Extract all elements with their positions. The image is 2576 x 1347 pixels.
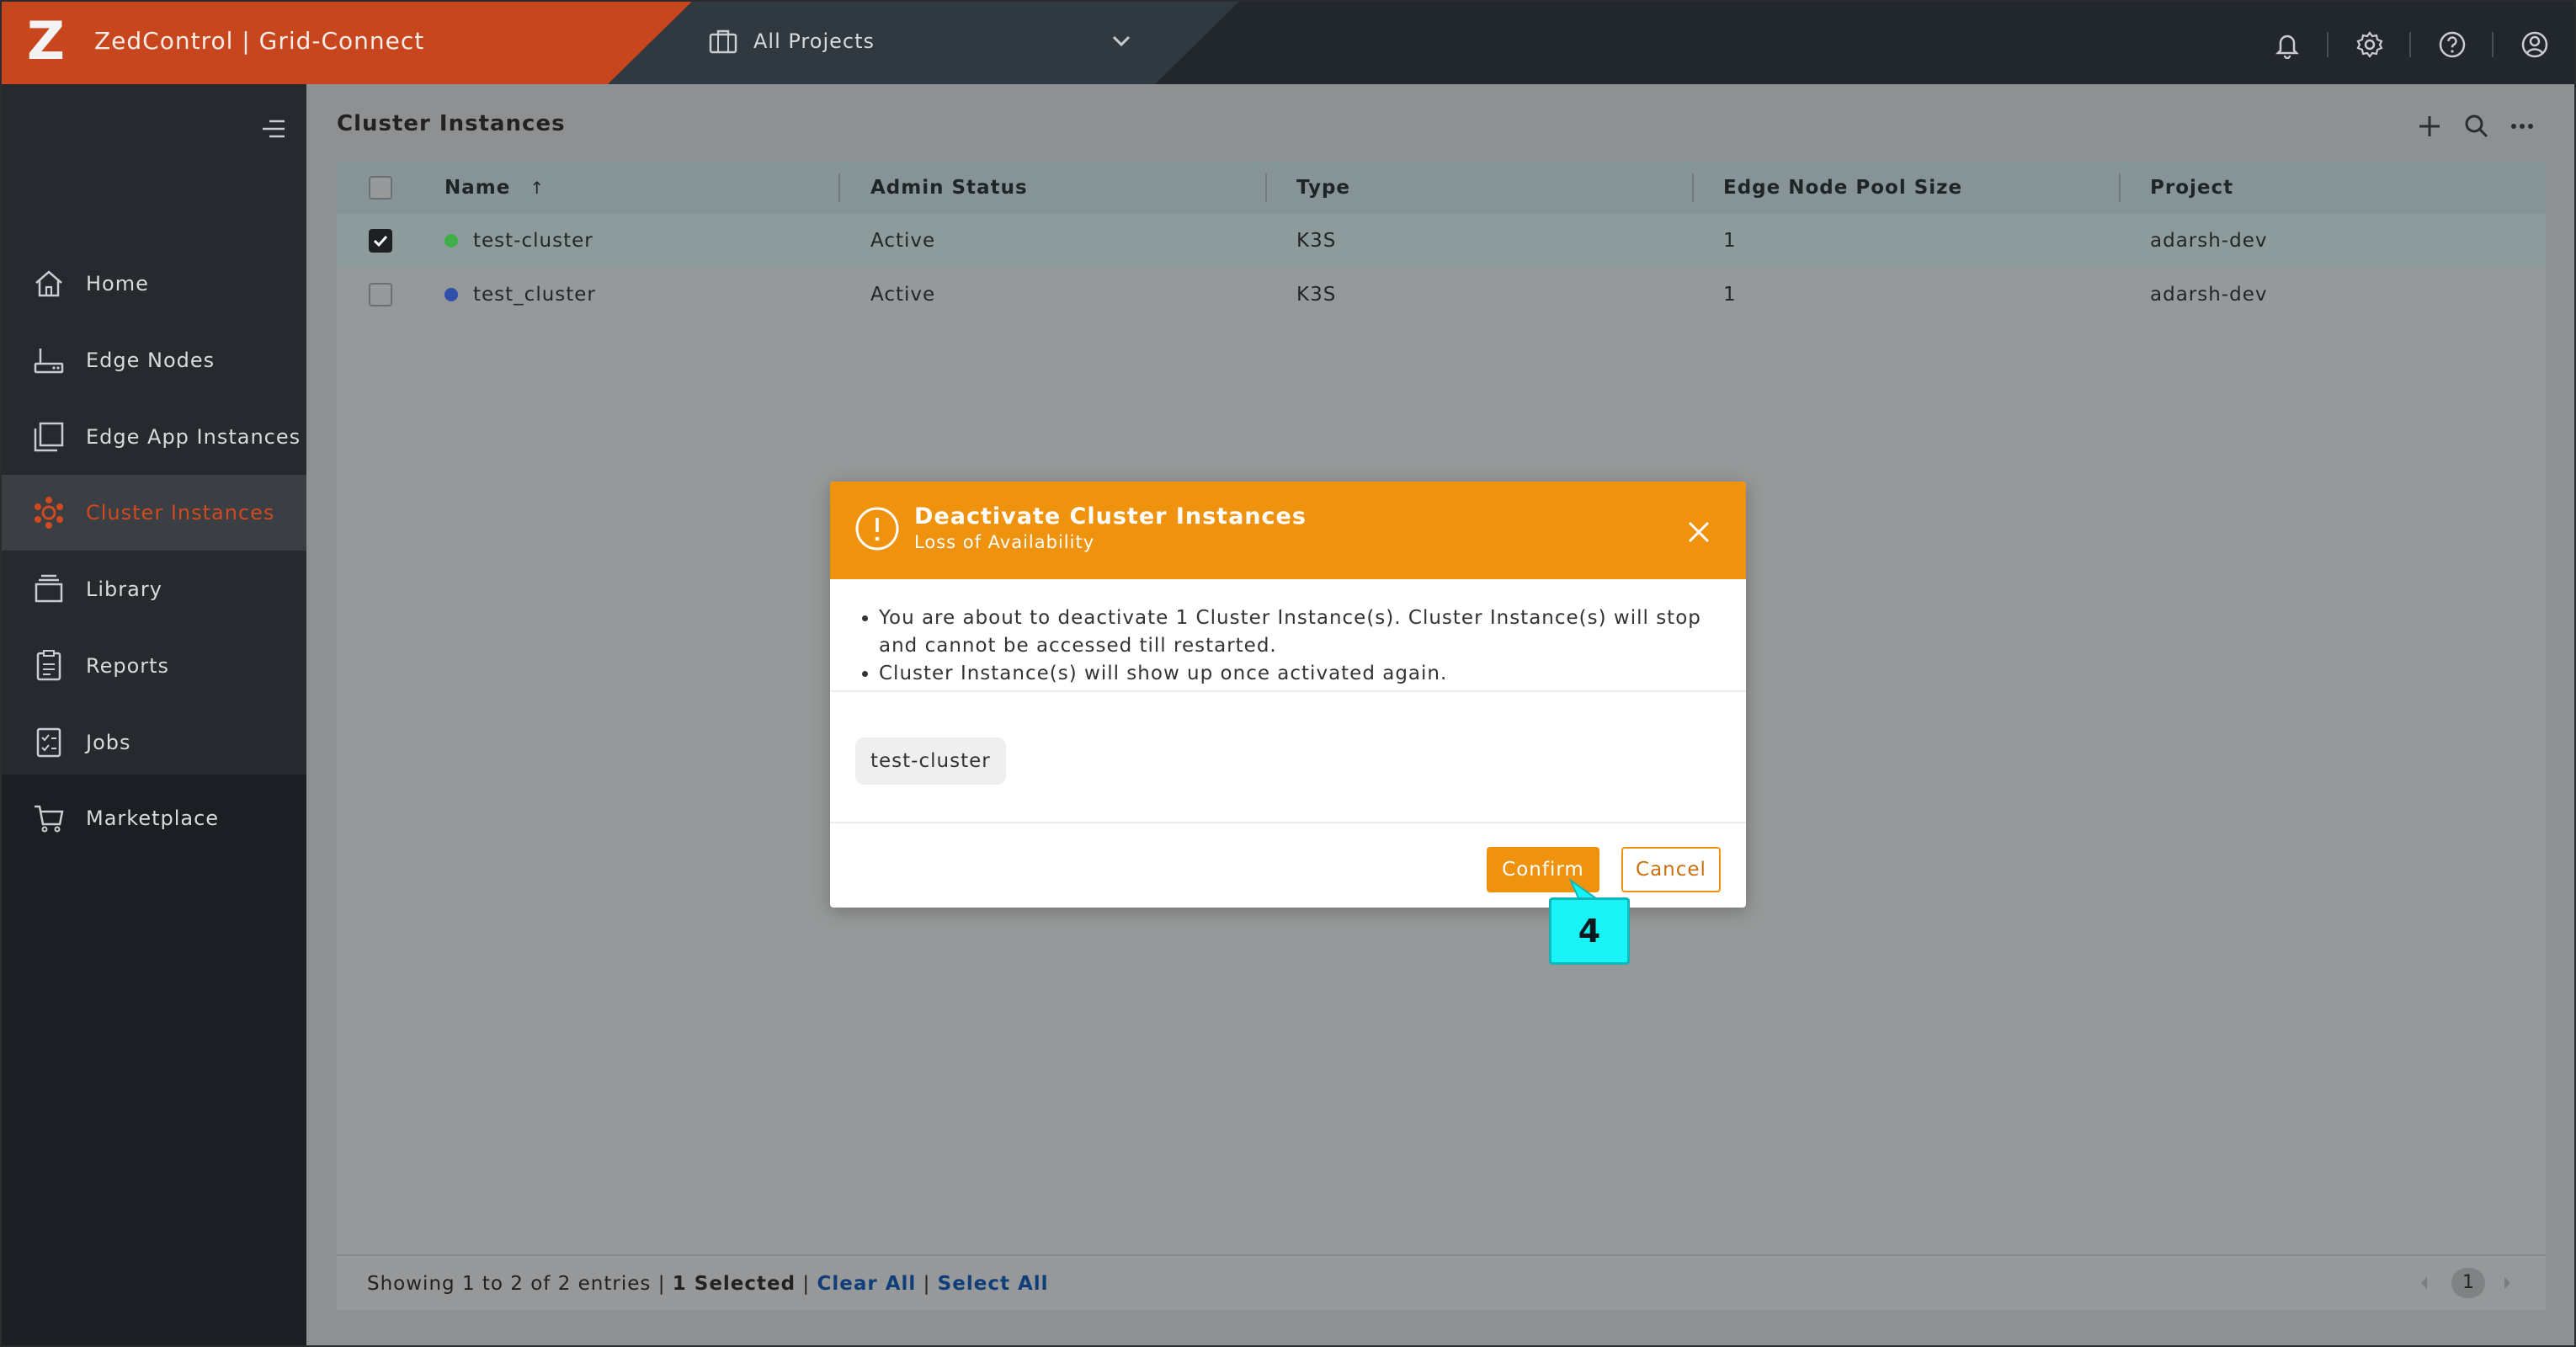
- table-row[interactable]: test_cluster Active K3S 1 adarsh-dev: [337, 268, 2546, 322]
- selected-instance-chip: test-cluster: [855, 737, 1006, 785]
- status-dot: [444, 234, 458, 248]
- chevron-left-icon[interactable]: [2416, 1275, 2433, 1291]
- cell-admin-status: Active: [870, 230, 936, 252]
- warning-icon: [855, 507, 899, 551]
- column-divider[interactable]: [1692, 173, 1694, 202]
- column-divider[interactable]: [838, 173, 840, 202]
- entries-summary: Showing 1 to 2 of 2 entries | 1 Selected…: [367, 1273, 1049, 1295]
- collapse-menu-icon[interactable]: [261, 118, 286, 140]
- add-icon[interactable]: [2416, 113, 2443, 140]
- gear-icon[interactable]: [2355, 30, 2384, 59]
- sidebar-item-cluster-instances[interactable]: Cluster Instances: [2, 475, 306, 551]
- cell-pool-size: 1: [1723, 284, 1737, 306]
- sidebar-item-edge-nodes[interactable]: Edge Nodes: [2, 322, 306, 398]
- cancel-button[interactable]: Cancel: [1621, 847, 1721, 892]
- sidebar-item-edge-app-instances[interactable]: Edge App Instances: [2, 399, 306, 475]
- column-divider[interactable]: [1265, 173, 1267, 202]
- column-header-admin-status[interactable]: Admin Status: [870, 162, 1028, 214]
- app-title: ZedControl | Grid-Connect: [94, 27, 425, 55]
- sidebar-item-label: Marketplace: [86, 807, 220, 830]
- divider: [2492, 32, 2494, 57]
- help-icon[interactable]: [2438, 30, 2467, 59]
- cell-project: adarsh-dev: [2150, 230, 2268, 252]
- page-number[interactable]: 1: [2451, 1268, 2485, 1298]
- more-options-icon[interactable]: [2509, 113, 2536, 140]
- sidebar-menu: Home Edge Nodes Edge App Instances Clust…: [2, 84, 306, 833]
- search-icon[interactable]: [2463, 113, 2490, 140]
- cell-pool-size: 1: [1723, 230, 1737, 252]
- column-header-project[interactable]: Project: [2150, 162, 2233, 214]
- sidebar-item-label: Edge Nodes: [86, 349, 216, 372]
- message-list: You are about to deactivate 1 Cluster In…: [879, 604, 1712, 688]
- checkmark-icon: [373, 235, 388, 248]
- edge-node-icon: [34, 349, 64, 374]
- sidebar-item-label: Jobs: [86, 731, 131, 754]
- divider: [2327, 32, 2329, 57]
- sidebar-item-library[interactable]: Library: [2, 551, 306, 627]
- user-icon[interactable]: [2520, 30, 2549, 59]
- select-all-link[interactable]: Select All: [938, 1273, 1049, 1295]
- table-footer: Showing 1 to 2 of 2 entries | 1 Selected…: [337, 1254, 2546, 1310]
- cell-name[interactable]: test-cluster: [473, 214, 593, 268]
- chevron-right-icon[interactable]: [2499, 1275, 2515, 1291]
- cell-name[interactable]: test_cluster: [473, 268, 596, 322]
- sort-asc-icon[interactable]: ↑: [530, 178, 545, 198]
- dialog-footer: Confirm Cancel: [830, 822, 1746, 908]
- dialog-title: Deactivate Cluster Instances: [914, 503, 1307, 530]
- jobs-icon: [36, 727, 61, 758]
- column-header-type[interactable]: Type: [1296, 162, 1350, 214]
- selected-count: 1 Selected: [672, 1273, 796, 1295]
- app-instances-icon: [34, 422, 64, 452]
- sidebar-item-label: Library: [86, 578, 162, 601]
- cart-icon: [35, 805, 64, 833]
- close-icon[interactable]: [1687, 520, 1711, 544]
- sidebar-item-home[interactable]: Home: [2, 246, 306, 322]
- cell-type: K3S: [1296, 284, 1337, 306]
- sidebar-item-label: Home: [86, 272, 149, 295]
- deactivate-dialog: Deactivate Cluster Instances Loss of Ava…: [830, 482, 1746, 908]
- cell-admin-status: Active: [870, 284, 936, 306]
- column-divider[interactable]: [2119, 173, 2121, 202]
- column-header-pool-size[interactable]: Edge Node Pool Size: [1723, 162, 1962, 214]
- row-checkbox[interactable]: [369, 283, 392, 306]
- column-header-name[interactable]: Name ↑: [444, 162, 545, 214]
- sidebar-item-marketplace[interactable]: Marketplace: [2, 780, 306, 856]
- cluster-icon: [35, 497, 63, 529]
- status-dot: [444, 288, 458, 301]
- cell-type: K3S: [1296, 230, 1337, 252]
- chevron-down-icon[interactable]: [1111, 34, 1131, 49]
- step-callout: 4: [1549, 897, 1630, 965]
- table-header: Name ↑ Admin Status Type Edge Node Pool …: [337, 162, 2546, 214]
- top-bar: Z ZedControl | Grid-Connect All Projects: [2, 2, 2574, 84]
- home-icon: [35, 270, 62, 297]
- message-item: Cluster Instance(s) will show up once ac…: [879, 660, 1712, 688]
- clear-all-link[interactable]: Clear All: [817, 1273, 916, 1295]
- message-item: You are about to deactivate 1 Cluster In…: [879, 604, 1712, 660]
- reports-icon: [36, 650, 61, 681]
- dialog-subtitle: Loss of Availability: [914, 532, 1095, 552]
- select-all-checkbox[interactable]: [369, 176, 392, 200]
- page-title: Cluster Instances: [337, 111, 566, 136]
- sidebar-item-label: Cluster Instances: [86, 501, 275, 524]
- sidebar-item-reports[interactable]: Reports: [2, 628, 306, 704]
- bell-icon[interactable]: [2273, 30, 2302, 59]
- sidebar-item-jobs[interactable]: Jobs: [2, 705, 306, 780]
- briefcase-icon[interactable]: [709, 29, 737, 54]
- pagination: 1: [2416, 1266, 2517, 1300]
- cell-project: adarsh-dev: [2150, 284, 2268, 306]
- sidebar-item-label: Reports: [86, 654, 170, 678]
- logo: Z: [27, 10, 65, 72]
- table-row[interactable]: test-cluster Active K3S 1 adarsh-dev: [337, 214, 2546, 268]
- row-checkbox[interactable]: [369, 229, 392, 253]
- library-icon: [35, 574, 63, 603]
- divider: [2409, 32, 2411, 57]
- sidebar: Home Edge Nodes Edge App Instances Clust…: [2, 84, 306, 1345]
- project-area: [608, 2, 1239, 84]
- sidebar-item-label: Edge App Instances: [86, 425, 301, 449]
- project-selector[interactable]: All Projects: [753, 29, 875, 53]
- dialog-header: Deactivate Cluster Instances Loss of Ava…: [830, 482, 1746, 579]
- dialog-message: You are about to deactivate 1 Cluster In…: [830, 579, 1746, 692]
